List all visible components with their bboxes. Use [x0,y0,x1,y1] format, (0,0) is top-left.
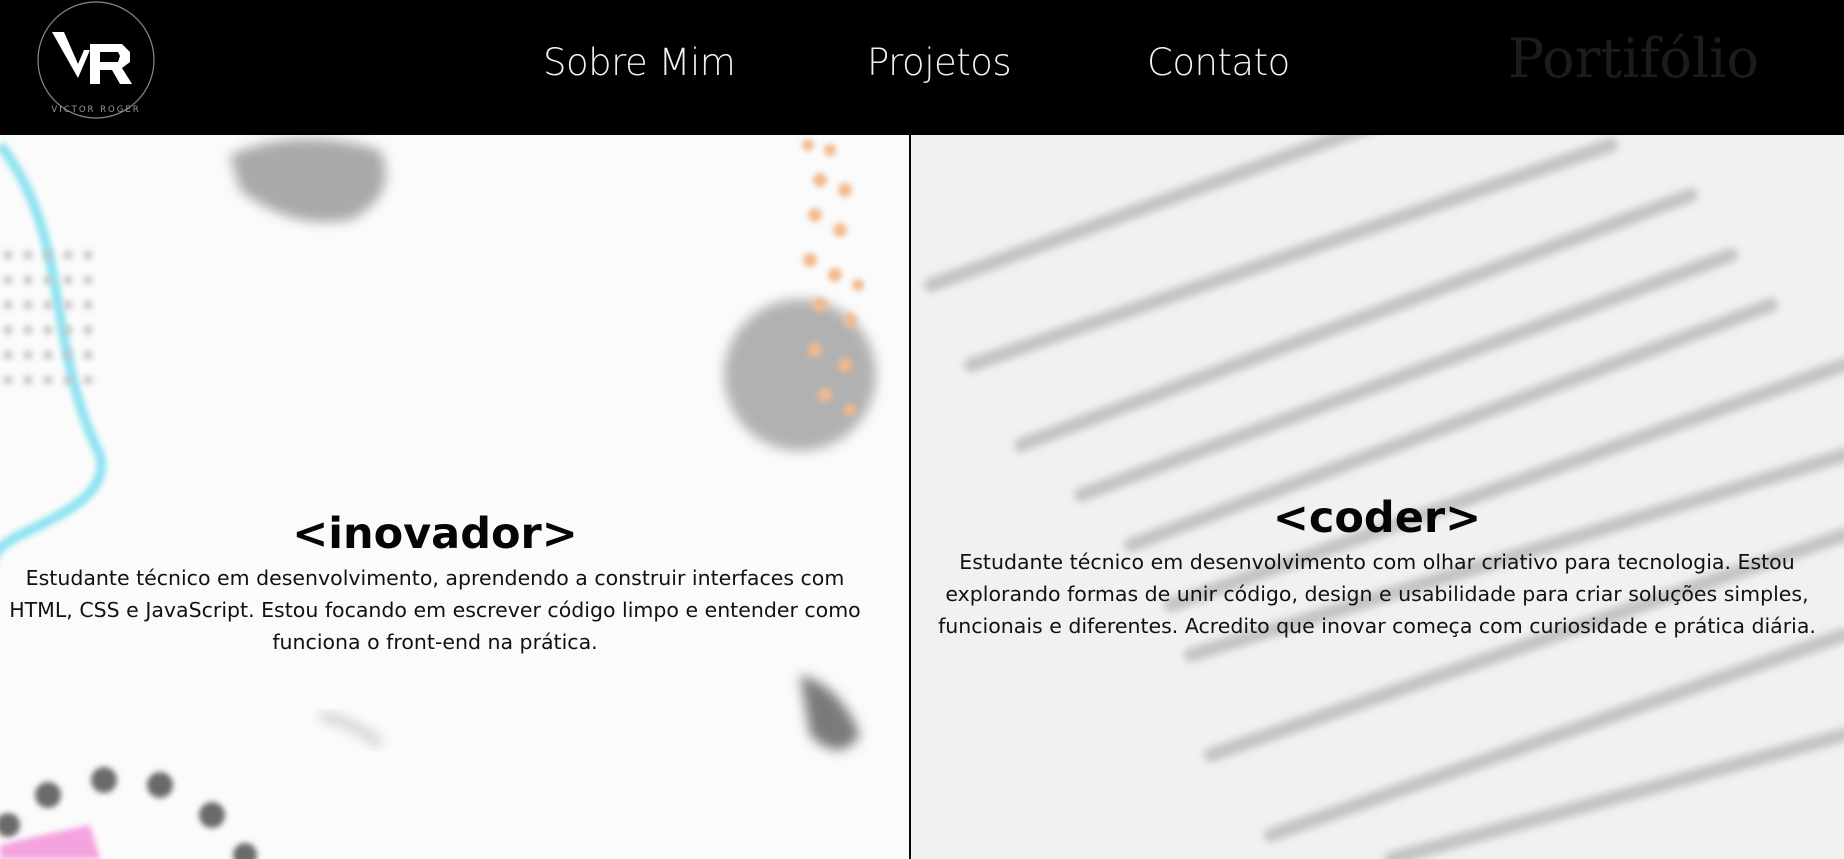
vr-logo-icon[interactable]: VICTOR ROGER [34,0,158,124]
panel-background-image [0,135,909,859]
card-description: Estudante técnico em desenvolvimento, ap… [9,566,861,654]
panel-coder: <coder> Estudante técnico em desenvolvim… [911,135,1844,859]
intro-card-coder: <coder> Estudante técnico em desenvolvim… [936,492,1818,642]
brand-title: Portifólio [1508,27,1759,90]
card-heading: <inovador> [292,509,578,559]
card-heading: <coder> [1272,493,1482,543]
intro-card-inovador: <inovador> Estudante técnico em desenvol… [0,508,870,658]
card-description: Estudante técnico em desenvolvimento com… [938,550,1816,638]
nav-link-contato[interactable]: Contato [1147,38,1290,88]
nav-link-projetos[interactable]: Projetos [867,38,1012,88]
nav-link-sobre-mim[interactable]: Sobre Mim [543,38,736,88]
top-navigation-bar: VICTOR ROGER Sobre Mim Projetos Contato … [0,0,1844,135]
logo-caption: VICTOR ROGER [51,105,140,115]
panel-inovador: <inovador> Estudante técnico em desenvol… [0,135,909,859]
